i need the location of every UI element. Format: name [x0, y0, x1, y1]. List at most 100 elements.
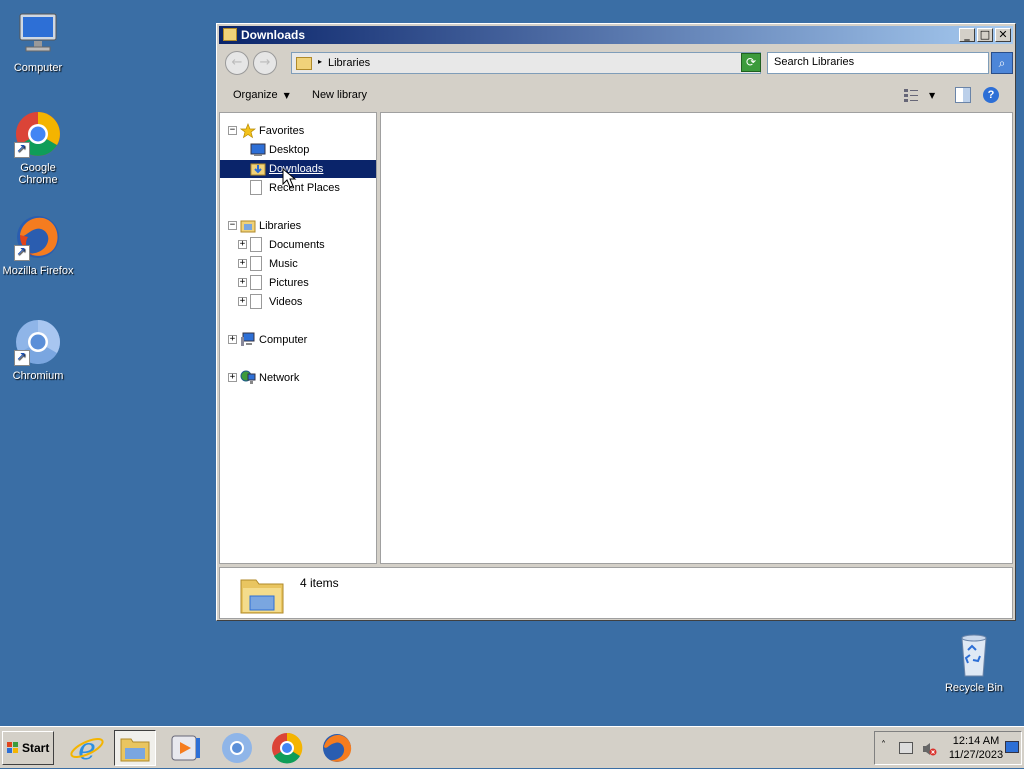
address-bar[interactable]: ▸ Libraries ▼	[291, 52, 761, 74]
firefox-icon	[323, 734, 352, 762]
shortcut-arrow-icon	[14, 244, 30, 261]
new-library-button[interactable]: New library	[312, 89, 367, 101]
search-input[interactable]: Search Libraries	[767, 52, 989, 74]
network-icon	[240, 370, 256, 385]
show-desktop-icon[interactable]	[1005, 741, 1019, 753]
tree-item-pictures[interactable]: + Pictures	[220, 274, 376, 292]
clock[interactable]: 12:14 AM 11/27/2023	[945, 734, 1007, 762]
document-icon	[250, 237, 262, 252]
taskbar: Start e ˄ 12:14 AM 11/27/2023	[0, 726, 1024, 768]
clock-time: 12:14 AM	[952, 735, 1000, 747]
desktop-icon-label: Computer	[13, 62, 63, 74]
clock-date: 11/27/2023	[948, 749, 1004, 761]
videos-icon	[250, 294, 262, 309]
shortcut-arrow-icon	[14, 349, 30, 366]
desktop-icon-firefox[interactable]: Mozilla Firefox	[0, 213, 76, 277]
tree-item-desktop[interactable]: Desktop	[220, 141, 376, 159]
tree-label: Desktop	[269, 144, 310, 156]
desktop-icon	[250, 142, 266, 157]
navigation-pane: − Favorites Desktop Downloads Recent Pla…	[219, 112, 377, 564]
downloads-folder-icon	[250, 161, 266, 176]
chevron-down-icon: ▼	[283, 91, 290, 100]
start-label: Start	[22, 741, 50, 755]
command-bar: Organize ▼ New library ▼ ?	[219, 81, 1013, 111]
libraries-icon	[240, 218, 256, 233]
desktop-icon-recycle-bin[interactable]: Recycle Bin	[936, 630, 1012, 694]
close-button[interactable]: ✕	[995, 28, 1011, 42]
chromium-icon	[14, 318, 62, 366]
desktop-icon-label: Mozilla Firefox	[2, 265, 74, 277]
organize-button[interactable]: Organize ▼	[233, 89, 290, 101]
details-pane: 4 items	[219, 567, 1013, 619]
file-explorer-icon	[120, 738, 150, 762]
computer-icon	[240, 332, 256, 347]
tree-item-videos[interactable]: + Videos	[220, 293, 376, 311]
change-view-icon[interactable]	[903, 87, 919, 103]
tree-label: Computer	[259, 334, 308, 346]
mouse-cursor-icon	[282, 168, 297, 188]
tree-label: Pictures	[269, 277, 309, 289]
collapse-icon[interactable]: −	[228, 126, 237, 135]
help-icon[interactable]: ?	[983, 87, 999, 103]
forward-button[interactable]: →	[253, 51, 277, 75]
address-row: ← → ▸ Libraries ▼ ⟳ Search Libraries ⌕	[219, 48, 1013, 78]
network-status-icon[interactable]	[899, 742, 913, 754]
desktop-icon-label: Chromium	[12, 370, 64, 382]
tree-item-computer[interactable]: + Computer	[220, 331, 376, 349]
tree-item-favorites[interactable]: − Favorites	[220, 122, 376, 140]
taskbar-google-chrome[interactable]	[266, 730, 308, 766]
tree-item-recent-places[interactable]: Recent Places	[220, 179, 376, 197]
taskbar-firefox[interactable]	[316, 730, 358, 766]
expand-icon[interactable]: +	[228, 373, 237, 382]
preview-pane-icon[interactable]	[955, 87, 971, 103]
star-icon	[239, 123, 257, 139]
tree-item-documents[interactable]: + Documents	[220, 236, 376, 254]
shortcut-arrow-icon	[14, 141, 30, 158]
internet-explorer-icon: e	[70, 732, 104, 767]
collapse-icon[interactable]: −	[228, 221, 237, 230]
item-count: 4 items	[300, 576, 339, 590]
refresh-button[interactable]: ⟳	[741, 53, 761, 72]
tree-item-music[interactable]: + Music	[220, 255, 376, 273]
folder-icon	[240, 574, 284, 614]
recycle-bin-icon	[950, 630, 998, 678]
search-icon[interactable]: ⌕	[991, 52, 1013, 74]
taskbar-internet-explorer[interactable]: e	[66, 730, 108, 767]
desktop-icon-label: Google Chrome	[18, 162, 58, 186]
expand-icon[interactable]: +	[238, 297, 247, 306]
chrome-icon	[14, 110, 62, 158]
tree-label: Documents	[269, 239, 325, 251]
back-button[interactable]: ←	[225, 51, 249, 75]
taskbar-media-player[interactable]	[164, 730, 206, 766]
tree-label: Network	[259, 372, 300, 384]
expand-icon[interactable]: +	[238, 259, 247, 268]
start-button[interactable]: Start	[2, 731, 54, 765]
organize-label: Organize	[233, 89, 278, 101]
windows-logo-icon	[7, 742, 19, 754]
desktop-icon-chromium[interactable]: Chromium	[0, 318, 76, 382]
chrome-icon	[272, 732, 303, 764]
file-list-area[interactable]	[380, 112, 1013, 564]
breadcrumb-libraries[interactable]: Libraries	[328, 57, 370, 69]
taskbar-file-explorer[interactable]	[114, 730, 156, 766]
minimize-button[interactable]: _	[959, 28, 975, 42]
expand-icon[interactable]: +	[238, 278, 247, 287]
view-options-dropdown-icon[interactable]: ▼	[929, 91, 945, 107]
taskbar-chromium[interactable]	[216, 730, 258, 766]
maximize-button[interactable]: □	[977, 28, 993, 42]
show-hidden-icons-icon[interactable]: ˄	[881, 740, 886, 751]
tree-item-downloads[interactable]: Downloads	[220, 160, 376, 178]
tree-item-network[interactable]: + Network	[220, 369, 376, 387]
tree-item-libraries[interactable]: − Libraries	[220, 217, 376, 235]
desktop-icon-label: Recycle Bin	[944, 682, 1004, 694]
desktop-icon-chrome[interactable]: Google Chrome	[0, 110, 76, 186]
expand-icon[interactable]: +	[228, 335, 237, 344]
system-tray: ˄ 12:14 AM 11/27/2023	[874, 731, 1022, 765]
window-titlebar[interactable]: Downloads _ □ ✕	[219, 26, 1013, 44]
pictures-icon	[250, 275, 262, 290]
volume-muted-icon[interactable]	[921, 741, 937, 760]
expand-icon[interactable]: +	[238, 240, 247, 249]
svg-text:e: e	[78, 732, 96, 766]
desktop-icon-computer[interactable]: Computer	[0, 10, 76, 74]
breadcrumb-arrow-icon[interactable]: ▸	[318, 57, 322, 66]
